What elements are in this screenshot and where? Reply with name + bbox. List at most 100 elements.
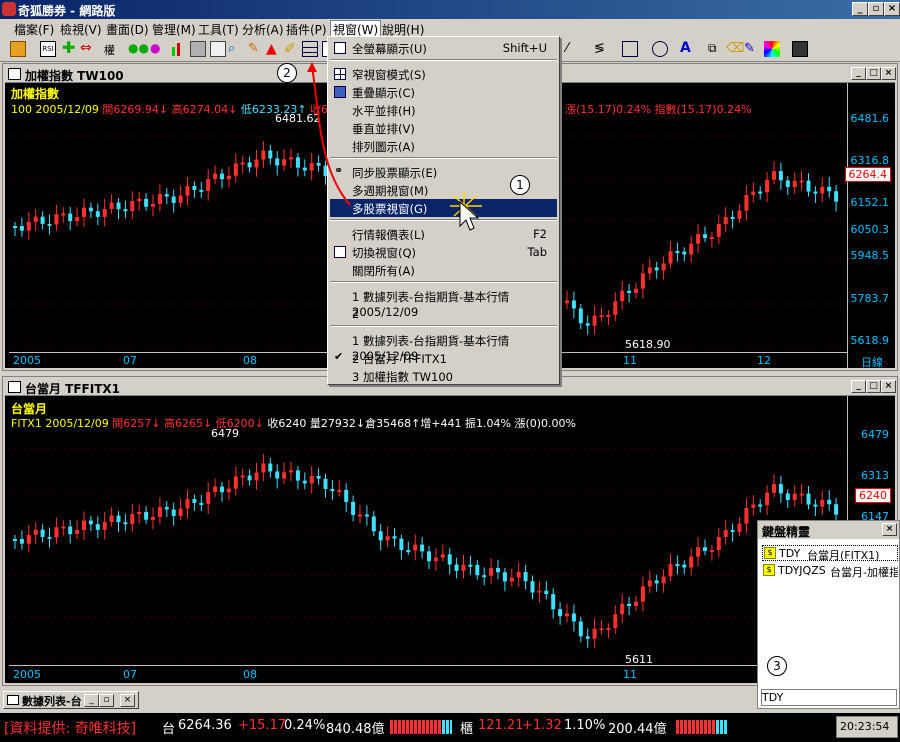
tool-icon[interactable]: ✎ [248,41,264,57]
minimized-close-button[interactable]: × [120,694,135,707]
menu-plugins[interactable]: 插件(P) [286,21,327,38]
menu-view[interactable]: 檢視(V) [60,21,102,38]
minimized-minimize-button[interactable]: _ [84,694,99,707]
index-period-label[interactable]: 日線 [861,354,883,370]
menu-recent-1[interactable]: 1 數據列表-台指期貨-基本行情 2005/12/09 [330,287,557,319]
arrow-icon[interactable]: ⇔ [80,41,96,57]
candle-body [371,516,376,532]
rect-tool-icon[interactable] [622,41,638,57]
candle-body [730,216,735,219]
app-icon [2,2,16,16]
spirit-row-name: 台當月-加權指 [830,566,898,579]
candle-body [827,186,832,192]
candle-body [185,185,190,196]
menu-close-all[interactable]: 關閉所有(A) [330,261,557,279]
alarm-icon[interactable]: ▲ [266,41,282,57]
line-tool-icon[interactable]: ⁄ [566,41,582,57]
book-icon[interactable] [190,41,206,57]
futures-close-button[interactable]: × [881,380,896,393]
minimize-button[interactable]: _ [852,2,868,16]
menu-tile-vertical[interactable]: 垂直並排(V) [330,119,557,137]
spirit-result-row[interactable]: $ TDYJQZS 台當月-加權指 [762,563,898,579]
keyboard-spirit-close-button[interactable]: × [882,523,897,536]
index-xtick: 07 [123,354,137,367]
copy-icon[interactable]: ⧉ [708,41,724,57]
brush-icon[interactable]: ✎ [744,41,760,57]
menu-item-label: 關閉所有(A) [352,264,415,278]
menu-analysis[interactable]: 分析(A) [242,21,284,38]
layout-icon[interactable] [302,41,318,57]
minimized-data-list-window[interactable]: 數據列表-台 _ ▫ × [3,691,139,709]
menu-narrow-mode[interactable]: 窄視窗模式(S) [330,65,557,83]
keyboard-spirit-panel: 鍵盤精靈 × $ TDY 台當月(FITX1) $ TDYJQZS 台當月-加權… [757,520,900,709]
spirit-search-input[interactable] [761,689,897,706]
menu-quote-table[interactable]: 行情報價表(L) F2 [330,225,557,243]
menu-separator [330,219,557,221]
menu-fullscreen[interactable]: 全螢幕顯示(U) Shift+U [330,39,557,57]
menu-arrange-icons[interactable]: 排列圖示(A) [330,137,557,155]
menu-manage[interactable]: 管理(M) [152,21,196,38]
candle-body [820,186,825,194]
candle-body [13,226,17,228]
futures-maximize-button[interactable]: □ [866,380,881,393]
eraser-icon[interactable]: ⌫ [726,41,744,57]
save-icon[interactable] [792,41,808,57]
menu-recent-2[interactable]: 2 [330,305,557,323]
candle-body [682,564,687,568]
candle-body [730,529,735,532]
menu-cascade[interactable]: 重疊顯示(C) [330,83,557,101]
candle-body [385,536,390,541]
index-minimize-button[interactable]: _ [851,67,866,80]
rsi-icon[interactable]: RSI [40,41,56,57]
candle-body [530,581,535,593]
candle-body [634,601,638,606]
index-maximize-button[interactable]: □ [866,67,881,80]
page-icon[interactable] [210,41,226,57]
index-close-button[interactable]: × [881,67,896,80]
twse-pct: 0.24% [284,718,326,733]
candle-body [392,536,397,539]
pen-icon[interactable]: ✐ [284,41,300,57]
chart-window-icon [8,68,21,80]
data-provider-label[interactable]: [資料提供: 奇唯科技] [4,718,136,738]
text-tool-icon[interactable]: A [680,41,696,57]
move-icon[interactable]: ✚ [62,40,78,57]
index-info-open: 開6269.94↓ [102,103,169,116]
menu-tools[interactable]: 工具(T) [198,21,239,38]
palette-icon[interactable] [764,41,780,57]
futures-minimize-button[interactable]: _ [851,380,866,393]
menu-screen[interactable]: 畫面(D) [106,21,149,38]
ellipse-tool-icon[interactable] [652,41,668,57]
search-icon[interactable]: ⌕ [228,41,244,57]
index-xtick: 08 [243,354,257,367]
spirit-result-row[interactable]: $ TDY 台當月(FITX1) [762,545,898,562]
menu-open-window-3[interactable]: 3 加權指數 TW100 [330,367,557,385]
color-dot-icon[interactable]: ● [150,41,166,57]
indicator-icon[interactable]: ●● [128,41,149,57]
candle-body [468,564,473,567]
candle-body [737,523,742,532]
futures-candlestick-plot[interactable] [5,429,847,665]
chart-icon[interactable] [170,41,186,57]
window-menu-dropdown: 全螢幕顯示(U) Shift+U 窄視窗模式(S) 重疊顯示(C) 水平並排(H)… [327,36,560,385]
candle-body [378,531,383,541]
candle-body [213,486,218,493]
home-icon[interactable] [10,41,26,57]
minimized-restore-button[interactable]: ▫ [99,694,114,707]
restore-button[interactable]: ▫ [868,2,884,16]
menu-open-window-2[interactable]: ✔ 2 台當月 TFFITX1 [330,349,557,367]
menu-file[interactable]: 檔案(F) [14,21,54,38]
menu-multi-stock[interactable]: 多股票視窗(G) [330,199,557,217]
candle-body [199,189,204,192]
period-label[interactable]: 權 [104,42,115,58]
close-button[interactable]: × [884,2,900,16]
candle-body [654,267,659,271]
fib-tool-icon[interactable]: ≶ [594,41,610,57]
futures-x-axis [9,665,847,666]
candle-body [247,475,252,481]
menu-switch-window[interactable]: 切換視窗(Q) Tab [330,243,557,261]
candle-body [433,557,438,562]
menu-open-window-1[interactable]: 1 數據列表-台指期貨-基本行情 2005/12/09 [330,331,557,363]
candle-body [696,234,701,244]
menu-tile-horizontal[interactable]: 水平並排(H) [330,101,557,119]
